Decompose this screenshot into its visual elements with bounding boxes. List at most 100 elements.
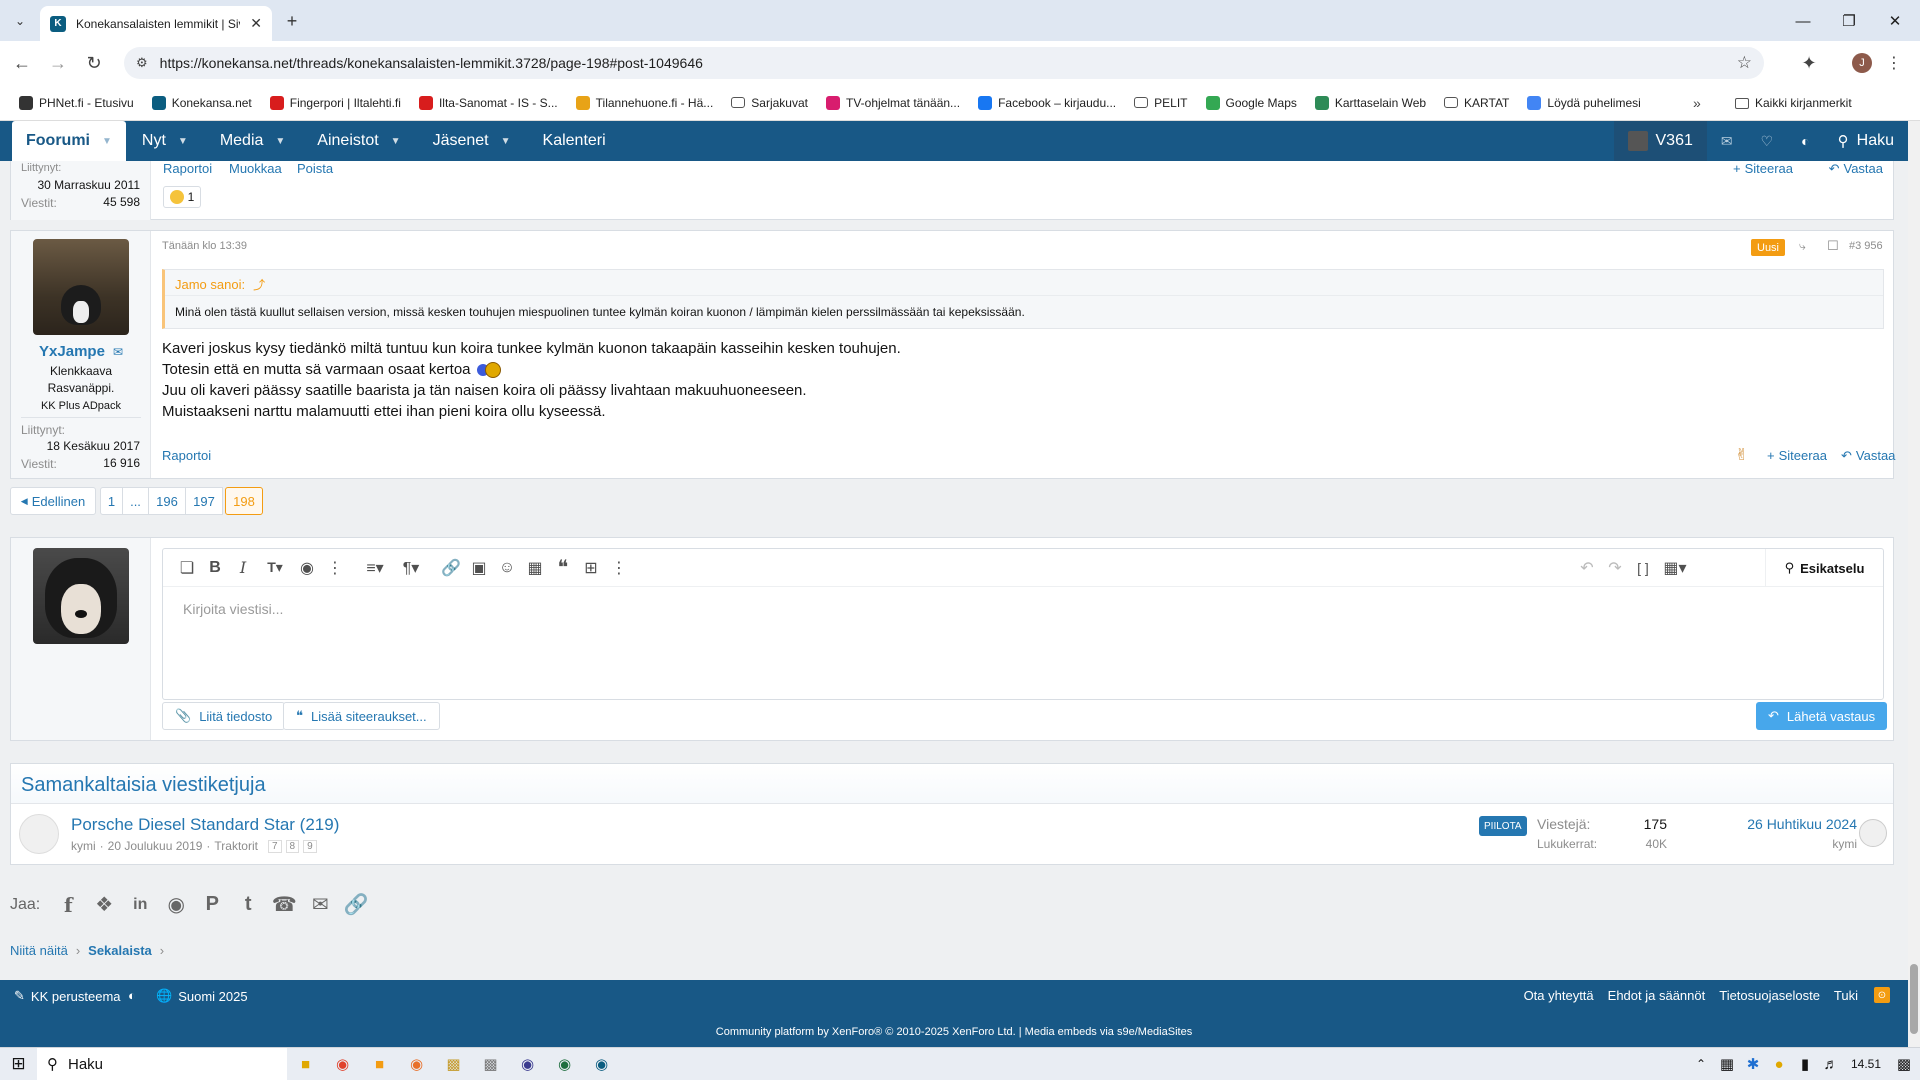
- bookmark-icon[interactable]: ☐: [1827, 238, 1839, 254]
- alerts-bell-icon[interactable]: ♡: [1747, 121, 1788, 161]
- media-icon[interactable]: ▦: [521, 554, 549, 582]
- site-settings-icon[interactable]: ⚙: [136, 55, 148, 71]
- link-icon[interactable]: 🔗: [437, 554, 465, 582]
- attach-file-button[interactable]: 📎 Liitä tiedosto: [162, 702, 286, 730]
- clear-format-eraser-icon[interactable]: ❏: [173, 554, 201, 582]
- last-poster-avatar[interactable]: [1859, 819, 1887, 847]
- back-arrow-icon[interactable]: ←: [4, 45, 40, 81]
- battery-icon[interactable]: ▮: [1792, 1048, 1818, 1080]
- app-icon[interactable]: ◉: [509, 1048, 546, 1080]
- inbox-envelope-icon[interactable]: ✉: [1707, 121, 1747, 161]
- prev-edit-link[interactable]: Muokkaa: [229, 161, 282, 176]
- pagination-page-1[interactable]: 1: [100, 487, 123, 515]
- all-bookmarks[interactable]: Kaikki kirjanmerkit: [1735, 85, 1852, 121]
- prev-reply-button[interactable]: ↶ Vastaa: [1829, 161, 1883, 177]
- reddit-icon[interactable]: ◉: [158, 892, 194, 917]
- app-icon[interactable]: ■: [361, 1048, 398, 1080]
- nav-tab-jasenet[interactable]: Jäsenet ▼: [417, 121, 527, 161]
- profile-avatar[interactable]: J: [1852, 53, 1872, 73]
- bluetooth-icon[interactable]: ✱: [1740, 1048, 1766, 1080]
- bookmark-star-icon[interactable]: ☆: [1737, 53, 1752, 73]
- table-icon[interactable]: ⊞: [577, 554, 605, 582]
- volume-icon[interactable]: ♬: [1818, 1048, 1844, 1080]
- prev-report-link[interactable]: Raportoi: [163, 161, 212, 176]
- extensions-puzzle-icon[interactable]: ✦: [1797, 51, 1821, 75]
- bookmark-item[interactable]: KARTAT: [1435, 96, 1518, 110]
- chevron-down-icon[interactable]: ▼: [178, 136, 188, 147]
- insert-quotes-button[interactable]: ❝ Lisää siteeraukset...: [283, 702, 440, 730]
- footer-link[interactable]: Tuki: [1834, 988, 1858, 1003]
- style-chooser[interactable]: ✎ KK perusteema: [14, 988, 121, 1004]
- bookmark-item[interactable]: Sarjakuvat: [722, 96, 817, 110]
- report-link[interactable]: Raportoi: [162, 448, 211, 463]
- quote-button[interactable]: + Siteeraa: [1767, 448, 1827, 463]
- font-size-icon[interactable]: T▾: [257, 554, 293, 582]
- thread-author-avatar[interactable]: [19, 814, 59, 854]
- tab-close-icon[interactable]: ✕: [250, 15, 262, 32]
- bookmark-item[interactable]: PELIT: [1125, 96, 1196, 110]
- app-icon[interactable]: ▩: [435, 1048, 472, 1080]
- nav-user-account[interactable]: V361: [1613, 121, 1707, 161]
- share-icon[interactable]: ⤷: [1799, 239, 1806, 254]
- pagination-prev[interactable]: ◀ Edellinen: [10, 487, 96, 515]
- tab-list-chevron-icon[interactable]: ⌄: [8, 10, 32, 32]
- style-toggle-icon[interactable]: ◐: [1787, 121, 1823, 161]
- more-insert-kebab-icon[interactable]: ⋮: [605, 554, 633, 582]
- align-icon[interactable]: ≡▾: [357, 554, 393, 582]
- message-textarea[interactable]: Kirjoita viestisi...: [163, 587, 1883, 699]
- chrome-icon[interactable]: ◉: [324, 1048, 361, 1080]
- rss-icon[interactable]: ⊙: [1874, 987, 1890, 1003]
- post-username[interactable]: YxJampe: [39, 343, 105, 360]
- bookmark-item[interactable]: Löydä puhelimesi: [1518, 95, 1649, 110]
- new-tab-plus-icon[interactable]: +: [280, 9, 304, 33]
- taskbar-search[interactable]: ⚲ Haku: [37, 1047, 287, 1080]
- bluesky-icon[interactable]: ❖: [86, 892, 122, 917]
- address-bar[interactable]: ⚙ https://konekansa.net/threads/konekans…: [124, 47, 1764, 79]
- copy-link-icon[interactable]: 🔗: [338, 892, 374, 917]
- bold-icon[interactable]: B: [201, 554, 229, 582]
- app-icon[interactable]: ◉: [583, 1048, 620, 1080]
- toggle-bbcode-brackets-icon[interactable]: [ ]: [1629, 554, 1657, 582]
- breadcrumb-item[interactable]: Niitä näitä: [10, 943, 68, 958]
- close-window-icon[interactable]: ✕: [1872, 8, 1918, 34]
- app-icon[interactable]: ▩: [472, 1048, 509, 1080]
- scrollbar-thumb[interactable]: [1910, 964, 1918, 1034]
- style-variation-icon[interactable]: ◐: [128, 988, 136, 1003]
- page-scrollbar[interactable]: [1908, 121, 1920, 1047]
- thread-page-link[interactable]: 7: [267, 839, 282, 853]
- bookmark-item[interactable]: TV-ohjelmat tänään...: [817, 95, 969, 110]
- reload-icon[interactable]: ↻: [76, 45, 112, 81]
- preview-button[interactable]: ⚲ Esikatselu: [1765, 549, 1883, 587]
- breadcrumb-item-current[interactable]: Sekalaista: [88, 943, 152, 958]
- footer-link[interactable]: Ehdot ja säännöt: [1608, 988, 1706, 1003]
- paragraph-icon[interactable]: ¶▾: [393, 554, 429, 582]
- linkedin-icon[interactable]: in: [122, 896, 158, 914]
- prev-delete-link[interactable]: Poista: [297, 161, 333, 176]
- tumblr-icon[interactable]: t: [230, 893, 266, 916]
- whatsapp-icon[interactable]: ☎: [266, 892, 302, 917]
- submit-reply-button[interactable]: ↶ Lähetä vastaus: [1756, 702, 1888, 730]
- drafts-icon[interactable]: ▦▾: [1657, 554, 1693, 582]
- pinterest-icon[interactable]: P: [194, 893, 230, 916]
- tray-app-icon[interactable]: ▦: [1714, 1048, 1740, 1080]
- last-post-date[interactable]: 26 Huhtikuu 2024: [1727, 816, 1857, 832]
- bookmark-item[interactable]: PHNet.fi - Etusivu: [10, 95, 143, 110]
- chevron-down-icon[interactable]: ▼: [275, 136, 285, 147]
- chevron-down-icon[interactable]: ▼: [102, 136, 112, 147]
- redo-icon[interactable]: ↷: [1601, 554, 1629, 582]
- quote-icon[interactable]: ❝: [549, 554, 577, 582]
- pagination-ellipsis[interactable]: ...: [122, 487, 149, 515]
- go-to-quote-arrow-icon[interactable]: ⤴: [253, 276, 265, 293]
- bookmark-item[interactable]: Fingerpori | Iltalehti.fi: [261, 95, 410, 110]
- nav-tab-aineistot[interactable]: Aineistot ▼: [301, 121, 416, 161]
- app-icon[interactable]: ◉: [546, 1048, 583, 1080]
- pagination-page-197[interactable]: 197: [185, 487, 223, 515]
- bookmark-item[interactable]: Konekansa.net: [143, 95, 261, 110]
- bookmark-item[interactable]: Ilta-Sanomat - IS - S...: [410, 95, 567, 110]
- nav-tab-nyt[interactable]: Nyt ▼: [126, 121, 204, 161]
- like-thumb-icon[interactable]: ✌: [1735, 445, 1748, 465]
- file-explorer-icon[interactable]: ■: [287, 1048, 324, 1080]
- prev-quote-button[interactable]: + Siteeraa: [1733, 161, 1793, 176]
- color-palette-icon[interactable]: ◉: [293, 554, 321, 582]
- smiley-icon[interactable]: ☺: [493, 554, 521, 582]
